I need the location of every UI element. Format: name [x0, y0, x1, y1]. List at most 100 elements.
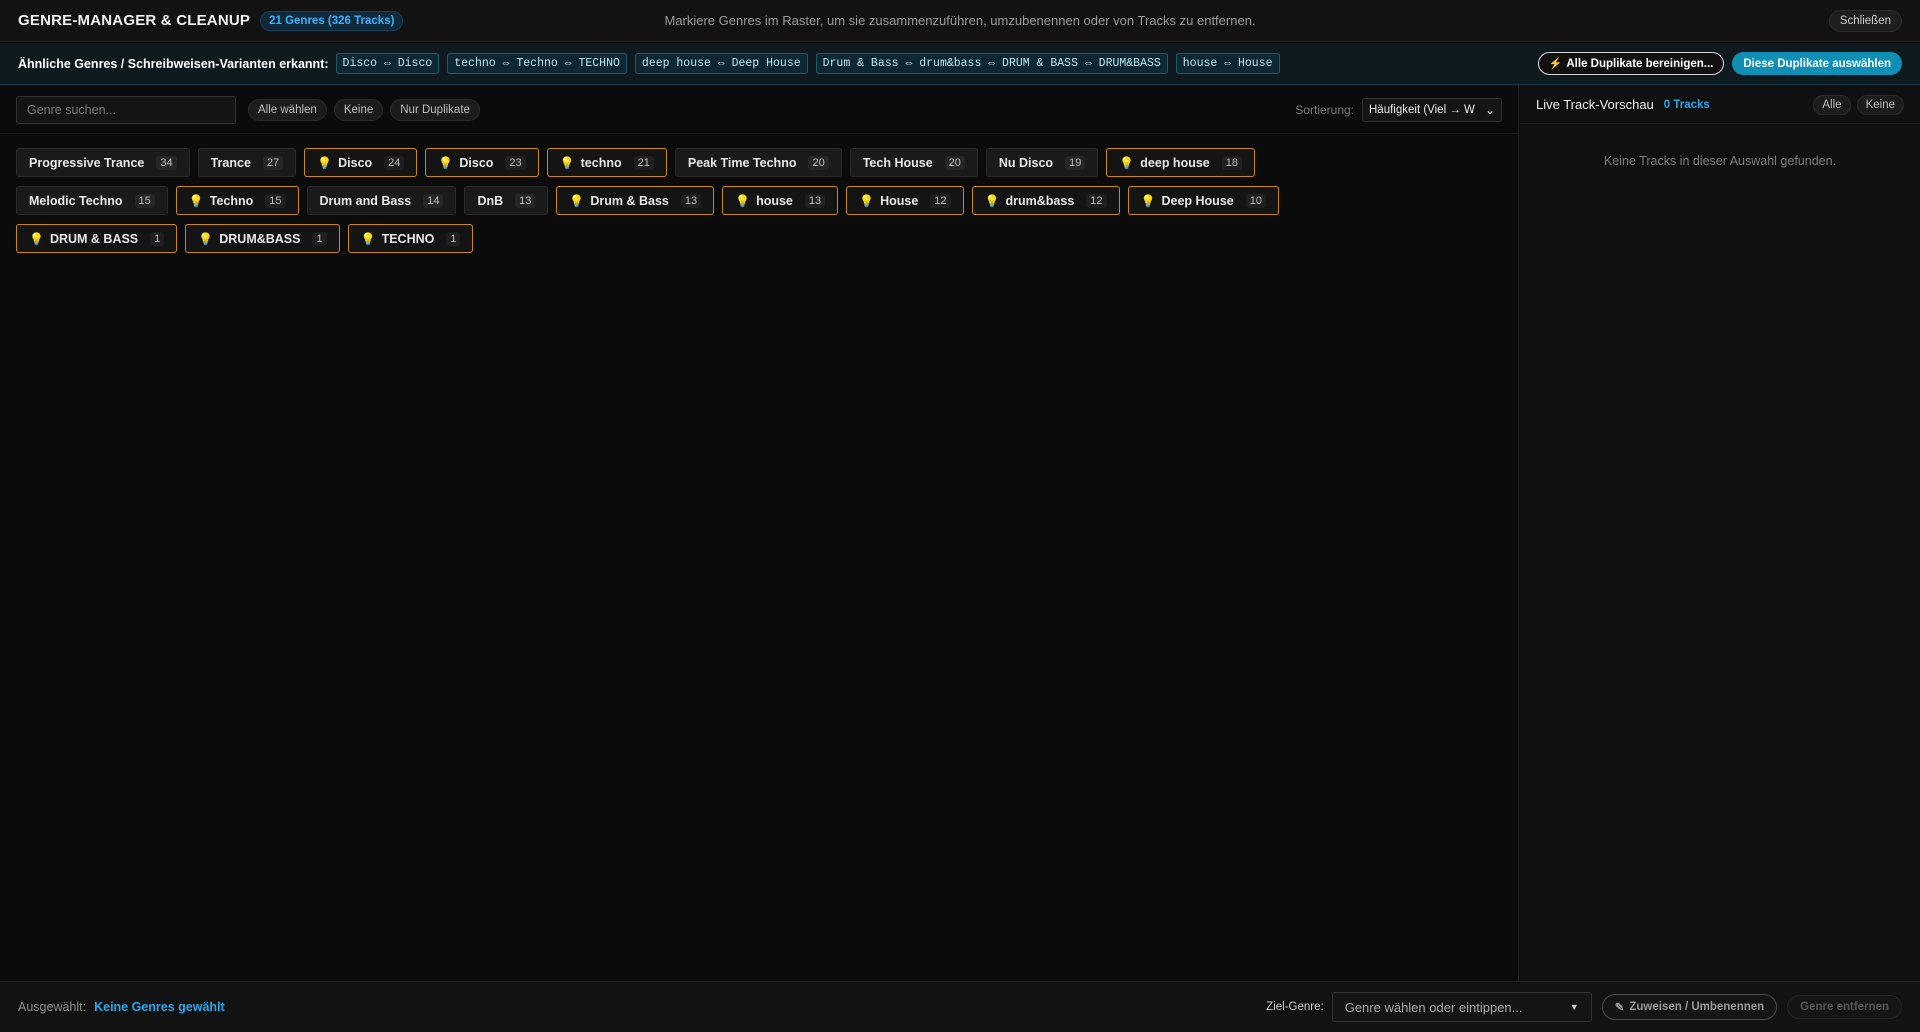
genre-chip-count: 27 [262, 155, 284, 170]
lightbulb-icon: 💡 [984, 193, 1000, 208]
genre-chip[interactable]: 💡 Disco 24 [304, 148, 418, 177]
genre-chip-count: 12 [1086, 193, 1107, 208]
assign-rename-button[interactable]: ✎ Zuweisen / Umbenennen [1601, 994, 1778, 1020]
genre-chip[interactable]: 💡 Techno 15 [175, 186, 299, 215]
duplicate-group[interactable]: house ⇔ House [1175, 53, 1280, 74]
genre-chip[interactable]: Melodic Techno 15 [16, 186, 168, 215]
genre-chip[interactable]: Tech House 20 [849, 148, 978, 177]
genre-chip-name: Trance [210, 155, 251, 170]
close-button[interactable]: Schließen [1828, 9, 1902, 32]
select-all-button[interactable]: Alle wählen [248, 98, 327, 121]
genre-chip-count: 34 [156, 155, 177, 170]
genre-chip[interactable]: 💡 DRUM&BASS 1 [185, 224, 340, 253]
genre-chip-name: TECHNO [381, 231, 435, 246]
genre-chip[interactable]: 💡 techno 21 [546, 148, 667, 177]
duplicate-actions: ⚡ Alle Duplikate bereinigen... Diese Dup… [1537, 52, 1902, 75]
genre-chip-count: 1 [150, 231, 165, 246]
genre-chip[interactable]: Nu Disco 19 [985, 148, 1099, 177]
genre-chip-name: Peak Time Techno [687, 155, 797, 170]
lightbulb-icon: 💡 [1140, 193, 1156, 208]
target-genre-placeholder: Genre wählen oder eintippen... [1344, 999, 1523, 1015]
chevron-down-icon: ⌄ [1484, 102, 1495, 117]
genre-chip[interactable]: 💡 House 12 [846, 186, 964, 215]
remove-genre-button[interactable]: Genre entfernen [1787, 995, 1902, 1019]
lightbulb-icon: 💡 [29, 231, 44, 246]
genre-chip[interactable]: DnB 13 [464, 186, 549, 215]
empty-state-text: Keine Tracks in dieser Auswahl gefunden. [1603, 154, 1837, 168]
grid-toolbar: Alle wählen Keine Nur Duplikate Sortieru… [0, 86, 1518, 134]
genre-chip-name: drum&bass [1005, 193, 1075, 208]
duplicate-group[interactable]: Drum & Bass ⇔ drum&bass ⇔ DRUM & BASS ⇔ … [815, 53, 1168, 74]
genre-chip-count: 13 [515, 193, 536, 208]
lightbulb-icon: 💡 [859, 193, 875, 208]
top-header: GENRE-MANAGER & CLEANUP 21 Genres (326 T… [0, 0, 1920, 42]
lightbulb-icon: 💡 [188, 193, 204, 208]
genre-chip-name: techno [580, 155, 622, 170]
sort-select-value: Häufigkeit (Viel → W [1369, 103, 1475, 116]
genre-chip[interactable]: Peak Time Techno 20 [674, 148, 842, 177]
genre-chip-name: Drum and Bass [319, 193, 412, 208]
target-genre-input[interactable]: Genre wählen oder eintippen... ▼ [1331, 992, 1592, 1022]
selected-value: Keine Genres gewählt [94, 1000, 225, 1014]
sort-select[interactable]: Häufigkeit (Viel → W ⌄ [1362, 97, 1502, 122]
genre-chip[interactable]: 💡 deep house 18 [1106, 148, 1255, 177]
assign-rename-label: Zuweisen / Umbenennen [1629, 1001, 1765, 1013]
genre-chip-name: Melodic Techno [29, 193, 123, 208]
genre-chip-count: 10 [1245, 193, 1266, 208]
action-footer: Ausgewählt: Keine Genres gewählt Ziel-Ge… [0, 981, 1920, 1032]
footer-actions: Ziel-Genre: Genre wählen oder eintippen.… [1266, 992, 1902, 1022]
genre-chip[interactable]: 💡 TECHNO 1 [347, 224, 474, 253]
sort-label: Sortierung: [1295, 102, 1354, 117]
genre-chip-name: Drum & Bass [590, 193, 669, 208]
lightbulb-icon: 💡 [735, 193, 751, 208]
track-preview-header: Live Track-Vorschau 0 Tracks Alle Keine [1520, 86, 1920, 124]
genre-chip-name: Deep House [1161, 193, 1234, 208]
track-preview-panel: Live Track-Vorschau 0 Tracks Alle Keine … [1520, 86, 1920, 981]
select-duplicates-button[interactable]: Diese Duplikate auswählen [1732, 52, 1902, 75]
clean-all-duplicates-button[interactable]: ⚡ Alle Duplikate bereinigen... [1537, 52, 1725, 75]
preview-select-none-button[interactable]: Keine [1856, 94, 1904, 115]
genre-search-input[interactable] [16, 95, 236, 124]
duplicate-group[interactable]: deep house ⇔ Deep House [634, 53, 808, 74]
track-preview-title: Live Track-Vorschau [1536, 97, 1654, 112]
genre-chip[interactable]: 💡 drum&bass 12 [971, 186, 1120, 215]
duplicate-banner-title: Ähnliche Genres / Schreibweisen-Variante… [18, 56, 329, 71]
genre-chip-name: deep house [1140, 155, 1210, 170]
genre-chip-count: 13 [680, 193, 702, 208]
genre-chip[interactable]: 💡 Deep House 10 [1127, 186, 1279, 215]
genre-chip[interactable]: Progressive Trance 34 [16, 148, 190, 177]
genre-chip-count: 12 [930, 193, 951, 208]
genre-chip[interactable]: 💡 DRUM & BASS 1 [16, 224, 178, 253]
only-duplicates-button[interactable]: Nur Duplikate [390, 98, 480, 121]
genre-chip-count: 24 [384, 155, 405, 170]
lightbulb-icon: 💡 [360, 231, 376, 246]
preview-select-all-button[interactable]: Alle [1813, 94, 1851, 115]
genre-chip-name: Nu Disco [998, 155, 1054, 170]
lightning-icon: ⚡ [1548, 58, 1563, 70]
track-count: 0 Tracks [1663, 98, 1710, 111]
genre-chip[interactable]: Trance 27 [197, 148, 297, 177]
genre-chip[interactable]: 💡 house 13 [722, 186, 839, 215]
genre-grid: Progressive Trance 34 Trance 27 💡 Disco 24 💡 Dis… [0, 134, 1400, 267]
genre-grid-panel: Alle wählen Keine Nur Duplikate Sortieru… [0, 86, 1519, 981]
genre-chip[interactable]: 💡 Disco 23 [425, 148, 539, 177]
genre-chip-name: DRUM & BASS [49, 231, 139, 246]
duplicate-group[interactable]: Disco ⇔ Disco [335, 53, 440, 74]
lightbulb-icon: 💡 [317, 155, 333, 170]
genre-chip-count: 21 [633, 155, 654, 170]
genre-chip[interactable]: 💡 Drum & Bass 13 [556, 186, 715, 215]
genre-chip-count: 1 [446, 231, 461, 246]
duplicate-group[interactable]: techno ⇔ Techno ⇔ TECHNO [447, 53, 627, 74]
genre-chip-name: Tech House [862, 155, 933, 170]
genre-chip-count: 19 [1065, 155, 1086, 170]
lightbulb-icon: 💡 [198, 231, 214, 246]
genre-chip-count: 20 [808, 155, 829, 170]
genre-chip-count: 20 [944, 155, 965, 170]
target-genre-label: Ziel-Genre: [1266, 1001, 1324, 1013]
genre-chip[interactable]: Drum and Bass 14 [306, 186, 457, 215]
genre-chip-name: house [756, 193, 793, 208]
genre-chip-name: Techno [209, 193, 254, 208]
lightbulb-icon: 💡 [438, 155, 454, 170]
select-none-button[interactable]: Keine [333, 98, 384, 121]
duplicate-banner: Ähnliche Genres / Schreibweisen-Variante… [0, 43, 1920, 85]
